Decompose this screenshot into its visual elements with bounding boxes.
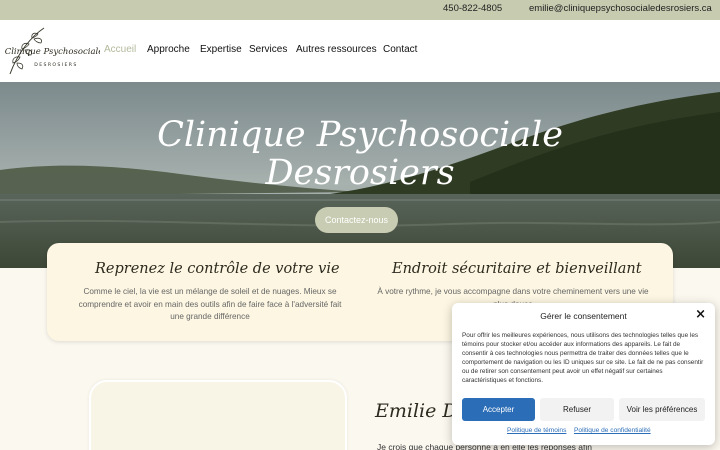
- nav-item-autres-ressources[interactable]: Autres ressources: [296, 44, 377, 55]
- nav-item-approche[interactable]: Approche: [147, 44, 190, 55]
- consent-description: Pour offrir les meilleures expériences, …: [462, 332, 704, 384]
- feature-text-1: Comme le ciel, la vie est un mélange de …: [78, 287, 342, 321]
- hero-banner: Clinique Psychosociale Desrosiers Contac…: [0, 82, 720, 268]
- feature-title-1: Reprenez le contrôle de votre vie: [95, 261, 340, 277]
- portrait-image-frame: [89, 380, 347, 450]
- top-contact-bar: 450-822-4805 emilie@cliniquepsychosocial…: [0, 0, 720, 20]
- cookie-policy-link[interactable]: Politique de témoins: [507, 427, 566, 434]
- privacy-policy-link[interactable]: Politique de confidentialité: [574, 427, 651, 434]
- consent-title: Gérer le consentement: [540, 311, 627, 321]
- hero-title-line2: Desrosiers: [265, 153, 455, 193]
- contact-cta-button[interactable]: Contactez-nous: [315, 207, 398, 233]
- nav-item-expertise[interactable]: Expertise: [200, 44, 242, 55]
- accept-button[interactable]: Accepter: [462, 398, 535, 421]
- svg-text:Clinique Psychosociale: Clinique Psychosociale: [5, 47, 100, 57]
- nav-item-accueil[interactable]: Accueil: [104, 44, 136, 55]
- leaf-logo-icon: Clinique Psychosociale DESROSIERS: [5, 27, 103, 75]
- view-preferences-button[interactable]: Voir les préférences: [619, 398, 705, 421]
- therapist-name-heading: Emilie D: [375, 400, 458, 422]
- email-link[interactable]: emilie@cliniquepsychosocialedesrosiers.c…: [529, 3, 712, 14]
- feature-title-2: Endroit sécuritaire et bienveillant: [392, 261, 642, 277]
- phone-link[interactable]: 450-822-4805: [443, 3, 502, 14]
- cookie-consent-dialog: Gérer le consentement × Pour offrir les …: [452, 303, 715, 445]
- hero-title-line1: Clinique Psychosociale: [157, 115, 563, 155]
- refuse-button[interactable]: Refuser: [540, 398, 614, 421]
- nav-item-services[interactable]: Services: [249, 44, 287, 55]
- svg-text:DESROSIERS: DESROSIERS: [34, 62, 77, 68]
- close-icon[interactable]: ×: [695, 308, 706, 321]
- site-logo[interactable]: Clinique Psychosociale DESROSIERS: [4, 24, 103, 78]
- site-header: Clinique Psychosociale DESROSIERS Accuei…: [0, 20, 720, 82]
- nav-item-contact[interactable]: Contact: [383, 44, 417, 55]
